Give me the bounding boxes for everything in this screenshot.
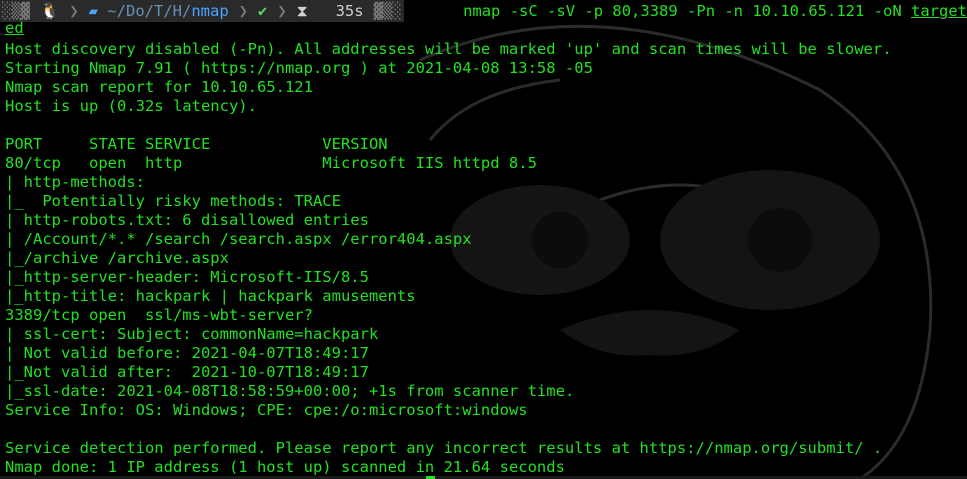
output-line: | ssl-cert: Subject: commonName=hackpark bbox=[5, 325, 379, 343]
command-wrap-continuation: ed bbox=[5, 19, 24, 37]
directory-segment: ▰ ~/Do/T/H/nmap bbox=[80, 0, 237, 22]
check-icon: ✔ bbox=[258, 1, 268, 20]
command-input[interactable]: nmap -sC -sV -p 80,3389 -Pn -n 10.10.65.… bbox=[463, 2, 967, 21]
linux-penguin-icon: 🐧 bbox=[40, 1, 60, 20]
output-line: 3389/tcp open ssl/ms-wbt-server? bbox=[5, 306, 313, 324]
output-line: PORT STATE SERVICE VERSION bbox=[5, 135, 388, 153]
output-line: | http-robots.txt: 6 disallowed entries bbox=[5, 211, 369, 229]
output-line: |_ Potentially risky methods: TRACE bbox=[5, 192, 341, 210]
output-line: | http-methods: bbox=[5, 173, 145, 191]
output-line: Host is up (0.32s latency). bbox=[5, 97, 257, 115]
output-line: |_ssl-date: 2021-04-08T18:58:59+00:00; +… bbox=[5, 382, 575, 400]
segment-separator: ❯ bbox=[236, 0, 250, 22]
output-line: Host discovery disabled (-Pn). All addre… bbox=[5, 40, 892, 58]
output-line: |_http-server-header: Microsoft-IIS/8.5 bbox=[5, 268, 369, 286]
terminal-window[interactable]: ░▒▓ 🐧 ❯ ▰ ~/Do/T/H/nmap ❯ ✔ ❯ ⧗ 35s ▓▒░ … bbox=[0, 0, 967, 479]
hourglass-icon: ⧗ bbox=[296, 1, 308, 20]
output-line: |_/archive /archive.aspx bbox=[5, 249, 229, 267]
output-line: | Not valid before: 2021-04-07T18:49:17 bbox=[5, 344, 369, 362]
prompt-end-cap: ▓▒░ bbox=[371, 0, 404, 22]
output-line: Service Info: OS: Windows; CPE: cpe:/o:m… bbox=[5, 401, 528, 419]
duration-segment: ⧗ 35s bbox=[288, 0, 372, 22]
folder-icon: ▰ bbox=[88, 1, 108, 20]
segment-separator: ❯ bbox=[275, 0, 289, 22]
segment-separator: ❯ bbox=[67, 0, 81, 22]
command-duration: 35s bbox=[335, 1, 364, 20]
shell-prompt: ░▒▓ 🐧 ❯ ▰ ~/Do/T/H/nmap ❯ ✔ ❯ ⧗ 35s ▓▒░ … bbox=[0, 0, 967, 22]
terminal-output[interactable]: Host discovery disabled (-Pn). All addre… bbox=[5, 40, 892, 477]
status-segment: ✔ bbox=[250, 0, 276, 22]
output-line: | /Account/*.* /search /search.aspx /err… bbox=[5, 230, 472, 248]
command-text: nmap -sC -sV -p 80,3389 -Pn -n 10.10.65.… bbox=[463, 1, 911, 20]
path-parent: ~/Do/T/H/ bbox=[107, 1, 192, 20]
output-line: Nmap scan report for 10.10.65.121 bbox=[5, 78, 313, 96]
output-filename: target bbox=[911, 1, 967, 20]
output-line: Service detection performed. Please repo… bbox=[5, 439, 883, 457]
output-line: |_Not valid after: 2021-10-07T18:49:17 bbox=[5, 363, 369, 381]
os-segment: 🐧 bbox=[32, 0, 68, 22]
path-current: nmap bbox=[191, 1, 229, 20]
output-line: Nmap done: 1 IP address (1 host up) scan… bbox=[5, 458, 565, 476]
output-line: Starting Nmap 7.91 ( https://nmap.org ) … bbox=[5, 59, 593, 77]
output-line: 80/tcp open http Microsoft IIS httpd 8.5 bbox=[5, 154, 537, 172]
output-line: |_http-title: hackpark | hackpark amusem… bbox=[5, 287, 416, 305]
